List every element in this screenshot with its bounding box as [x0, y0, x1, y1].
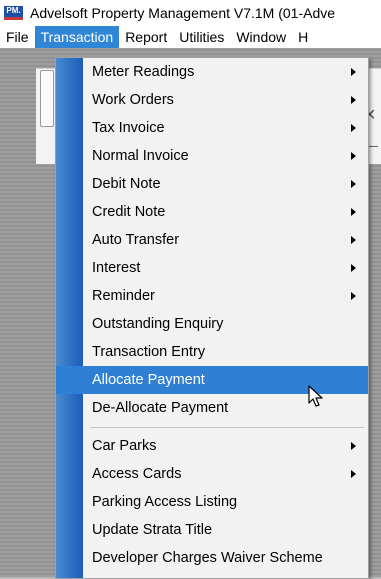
menu-item-debit-note[interactable]: Debit Note — [56, 170, 368, 198]
menu-transaction[interactable]: Transaction — [34, 26, 120, 48]
menu-item-label: Outstanding Enquiry — [92, 316, 224, 332]
menu-item-label: Meter Readings — [92, 64, 195, 80]
menu-item-developer-charges-waiver-scheme[interactable]: Developer Charges Waiver Scheme — [56, 544, 368, 572]
menu-h[interactable]: H — [292, 26, 314, 48]
menu-item-label: Reminder — [92, 288, 155, 304]
menu-item-label: Auto Transfer — [92, 232, 180, 248]
menu-item-update-strata-title[interactable]: Update Strata Title — [56, 516, 368, 544]
minimize-icon[interactable] — [368, 146, 378, 153]
menu-utilities[interactable]: Utilities — [173, 26, 230, 48]
menu-item-label: Tax Invoice — [92, 120, 165, 136]
menu-item-tax-invoice[interactable]: Tax Invoice — [56, 114, 368, 142]
title-bar: PM. Advelsoft Property Management V7.1M … — [0, 0, 381, 26]
submenu-arrow-icon — [351, 470, 356, 478]
menu-item-label: Car Parks — [92, 438, 157, 454]
menu-item-credit-note[interactable]: Credit Note — [56, 198, 368, 226]
menu-item-label: De-Allocate Payment — [92, 400, 229, 416]
menu-separator — [56, 422, 368, 432]
menu-item-label: Allocate Payment — [92, 372, 205, 388]
menu-item-label: Work Orders — [92, 92, 174, 108]
mouse-cursor-icon — [308, 385, 323, 407]
menu-item-label: Update Strata Title — [92, 522, 213, 538]
menu-bar: File Transaction Report Utilities Window H — [0, 26, 381, 48]
submenu-arrow-icon — [351, 442, 356, 450]
menu-item-normal-invoice[interactable]: Normal Invoice — [56, 142, 368, 170]
submenu-arrow-icon — [351, 68, 356, 76]
menu-item-label: Credit Note — [92, 204, 166, 220]
window-title: Advelsoft Property Management V7.1M (01-… — [30, 5, 336, 21]
transaction-dropdown-menu: Meter Readings Work Orders Tax Invoice Norm… — [55, 57, 369, 579]
menu-item-interest[interactable]: Interest — [56, 254, 368, 282]
menu-item-label: Transaction Entry — [92, 344, 206, 360]
menu-window[interactable]: Window — [230, 26, 292, 48]
menu-item-label: Debit Note — [92, 176, 161, 192]
menu-item-work-orders[interactable]: Work Orders — [56, 86, 368, 114]
submenu-arrow-icon — [351, 236, 356, 244]
menu-item-access-cards[interactable]: Access Cards — [56, 460, 368, 488]
submenu-arrow-icon — [351, 152, 356, 160]
menu-item-parking-access-listing[interactable]: Parking Access Listing — [56, 488, 368, 516]
submenu-arrow-icon — [351, 124, 356, 132]
menu-item-transaction-entry[interactable]: Transaction Entry — [56, 338, 368, 366]
menu-item-outstanding-enquiry[interactable]: Outstanding Enquiry — [56, 310, 368, 338]
menu-item-label: Interest — [92, 260, 141, 276]
menu-item-meter-readings[interactable]: Meter Readings — [56, 58, 368, 86]
menu-report[interactable]: Report — [119, 26, 173, 48]
submenu-arrow-icon — [351, 264, 356, 272]
menu-item-label: Normal Invoice — [92, 148, 189, 164]
app-logo-icon: PM. — [4, 6, 23, 20]
submenu-arrow-icon — [351, 96, 356, 104]
submenu-arrow-icon — [351, 180, 356, 188]
menu-item-auto-transfer[interactable]: Auto Transfer — [56, 226, 368, 254]
menu-item-label: Parking Access Listing — [92, 494, 238, 510]
menu-item-label: Access Cards — [92, 466, 182, 482]
menu-file[interactable]: File — [0, 26, 35, 48]
menu-item-car-parks[interactable]: Car Parks — [56, 432, 368, 460]
child-window-button[interactable] — [40, 70, 54, 127]
menu-item-reminder[interactable]: Reminder — [56, 282, 368, 310]
menu-item-label: Developer Charges Waiver Scheme — [92, 550, 323, 566]
submenu-arrow-icon — [351, 208, 356, 216]
submenu-arrow-icon — [351, 292, 356, 300]
